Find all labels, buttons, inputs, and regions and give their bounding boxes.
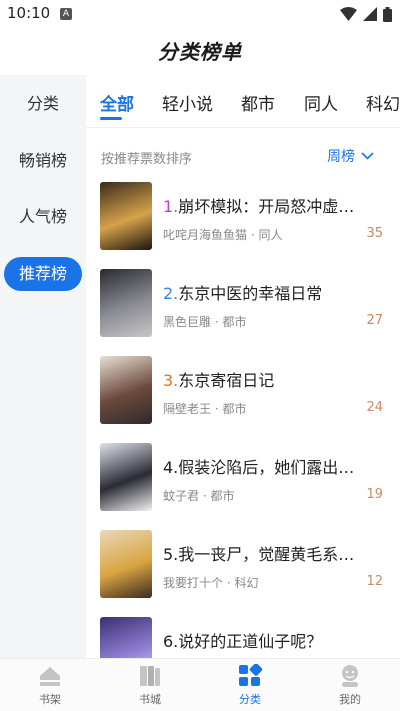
notification-icon: A: [60, 8, 72, 20]
nav-label: 书城: [139, 693, 161, 706]
period-dropdown[interactable]: 周榜: [327, 146, 374, 166]
list-item[interactable]: 1.崩坏模拟：开局怒冲虚… 叱咤月海鱼鱼猫 · 同人 35: [86, 176, 400, 263]
list-item[interactable]: 4.假装沦陷后，她们露出… 蚊子君 · 都市 19: [86, 437, 400, 524]
book-meta: 叱咤月海鱼鱼猫 · 同人: [163, 228, 283, 242]
book-title-text: 崩坏模拟：开局怒冲虚…: [178, 197, 355, 216]
divider: [86, 127, 400, 128]
bookstore-icon: [140, 666, 160, 686]
book-meta: 蚊子君 · 都市: [163, 489, 235, 503]
tab-active-indicator: [100, 117, 122, 120]
wifi-icon: [340, 7, 357, 21]
bookshelf-icon: [40, 667, 60, 686]
book-meta: 黑色巨雕 · 都市: [163, 315, 247, 329]
book-title: 2.东京中医的幸福日常: [163, 280, 373, 304]
book-meta: 我要打十个 · 科幻: [163, 576, 259, 590]
book-rank: 3.: [163, 371, 179, 390]
nav-profile[interactable]: 我的: [300, 659, 400, 711]
sidebar: 分类 畅销榜 人气榜 推荐榜: [0, 75, 86, 658]
sort-label: 按推荐票数排序: [101, 152, 193, 167]
sidebar-item-bestseller[interactable]: 畅销榜: [0, 144, 86, 178]
book-title-text: 我一丧尸，觉醒黄毛系…: [178, 545, 355, 564]
nav-bookshelf[interactable]: 书架: [0, 659, 100, 711]
book-title-text: 东京中医的幸福日常: [178, 284, 323, 303]
list-item[interactable]: 2.东京中医的幸福日常 黑色巨雕 · 都市 27: [86, 263, 400, 350]
sidebar-item-popular[interactable]: 人气榜: [0, 200, 86, 234]
book-title-text: 假装沦陷后，她们露出…: [178, 458, 355, 477]
book-rank: 1.: [163, 197, 179, 216]
book-title: 5.我一丧尸，觉醒黄毛系…: [163, 541, 373, 565]
book-rank: 5.: [163, 545, 179, 564]
book-cover: [100, 269, 152, 337]
vote-count: 35: [366, 226, 383, 241]
chevron-down-icon: [361, 152, 374, 160]
book-title: 1.崩坏模拟：开局怒冲虚…: [163, 193, 373, 217]
nav-label: 分类: [239, 693, 261, 706]
ranking-list: 1.崩坏模拟：开局怒冲虚… 叱咤月海鱼鱼猫 · 同人 35 2.东京中医的幸福日…: [86, 176, 400, 658]
book-rank: 2.: [163, 284, 179, 303]
list-item[interactable]: 5.我一丧尸，觉醒黄毛系… 我要打十个 · 科幻 12: [86, 524, 400, 611]
list-item[interactable]: 3.东京寄宿日记 隔壁老王 · 都市 24: [86, 350, 400, 437]
profile-icon: [342, 665, 358, 687]
signal-icon: [363, 7, 377, 21]
book-meta: 隔壁老王 · 都市: [163, 402, 247, 416]
book-title-text: 东京寄宿日记: [178, 371, 275, 390]
book-cover: [100, 617, 152, 658]
tab-all[interactable]: 全部: [100, 90, 134, 115]
book-rank: 6.: [163, 632, 179, 651]
vote-count: 24: [366, 400, 383, 415]
nav-label: 我的: [339, 693, 361, 706]
vote-count: 19: [366, 487, 383, 502]
book-title: 3.东京寄宿日记: [163, 367, 373, 391]
book-title-text: 说好的正道仙子呢？: [178, 632, 323, 651]
vote-count: 27: [366, 313, 383, 328]
sidebar-item-category[interactable]: 分类: [0, 87, 86, 121]
nav-label: 书架: [39, 693, 61, 706]
book-rank: 4.: [163, 458, 179, 477]
category-icon: [239, 664, 262, 686]
status-icons: [340, 6, 392, 22]
tab-light-novel[interactable]: 轻小说: [162, 90, 213, 115]
tab-urban[interactable]: 都市: [241, 90, 275, 115]
book-cover: [100, 530, 152, 598]
tab-scifi[interactable]: 科幻: [366, 90, 400, 115]
genre-tabs: 全部 轻小说 都市 同人 科幻: [86, 75, 400, 125]
nav-bookstore[interactable]: 书城: [100, 659, 200, 711]
book-cover: [100, 443, 152, 511]
sidebar-item-recommend[interactable]: 推荐榜: [4, 257, 82, 291]
page-title: 分类榜单: [158, 40, 242, 64]
book-title: 6.说好的正道仙子呢？: [163, 628, 373, 652]
vote-count: 12: [366, 574, 383, 589]
book-cover: [100, 356, 152, 424]
list-item[interactable]: 6.说好的正道仙子呢？: [86, 611, 400, 658]
status-time: 10:10: [7, 4, 51, 22]
status-bar: 10:10 A: [0, 0, 400, 28]
battery-icon: [383, 6, 392, 22]
book-title: 4.假装沦陷后，她们露出…: [163, 454, 373, 478]
nav-category[interactable]: 分类: [200, 659, 300, 711]
tab-fanfic[interactable]: 同人: [304, 90, 338, 115]
bottom-nav: 书架 书城 分类 我的: [0, 658, 400, 711]
period-label: 周榜: [327, 149, 355, 165]
book-cover: [100, 182, 152, 250]
